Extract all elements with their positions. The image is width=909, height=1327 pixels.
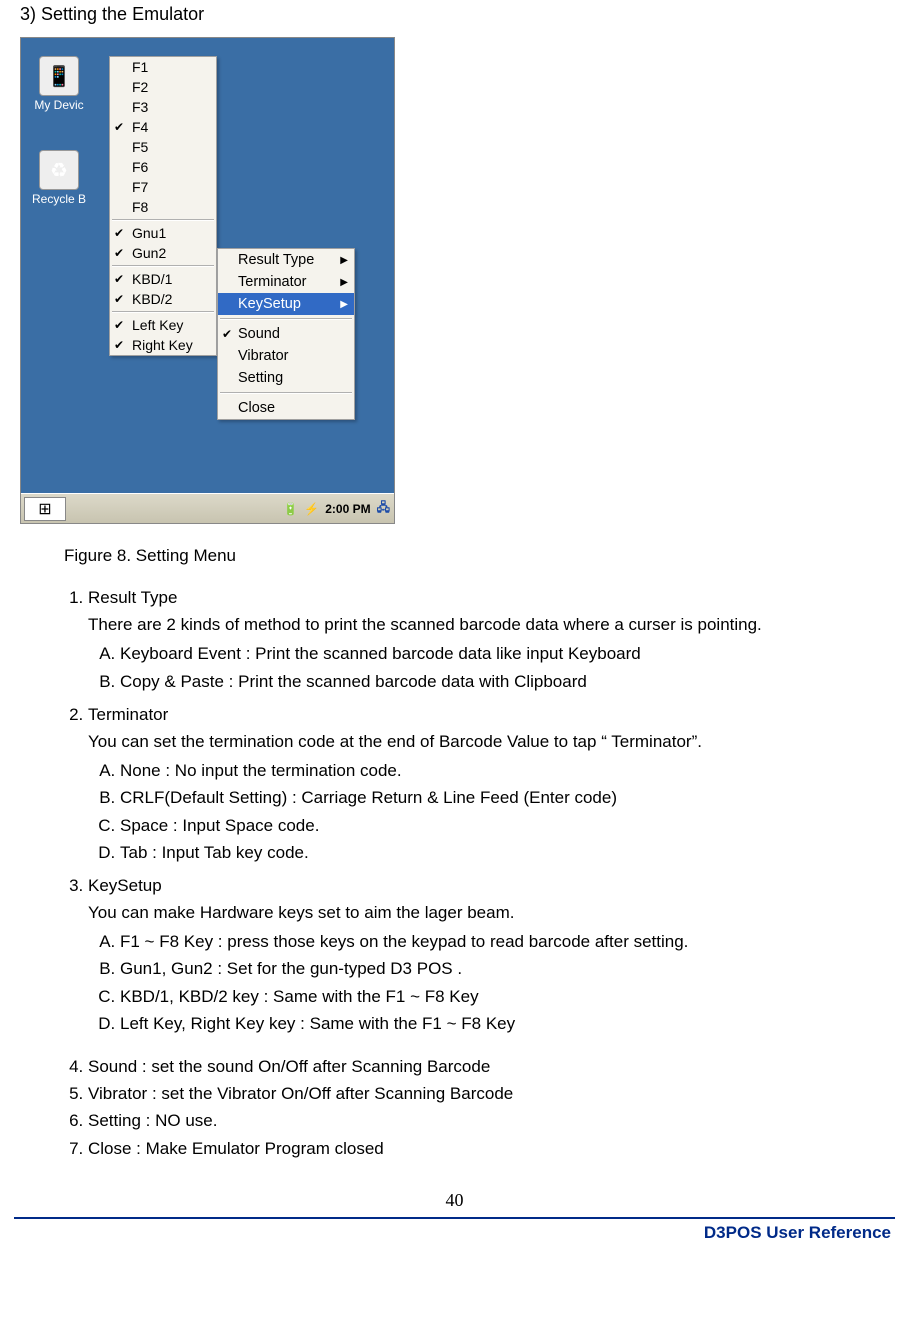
list-item: None : No input the termination code. xyxy=(120,757,873,784)
menu-item-vibrator[interactable]: Vibrator xyxy=(218,345,354,367)
menu-separator xyxy=(112,219,214,221)
list-item: Tab : Input Tab key code. xyxy=(120,839,873,866)
start-button[interactable]: ⊞ xyxy=(24,497,66,521)
footer-text: D3POS User Reference xyxy=(0,1223,909,1253)
item-title: KeySetup xyxy=(88,876,162,895)
item-desc: You can set the termination code at the … xyxy=(88,732,702,751)
menu-item-kbd1[interactable]: KBD/1 xyxy=(110,269,216,289)
menu-item-f8[interactable]: F8 xyxy=(110,197,216,217)
menu-item-f5[interactable]: F5 xyxy=(110,137,216,157)
item-title: Result Type xyxy=(88,588,177,607)
taskbar: ⊞ 🔋 ⚡ 2:00 PM 🖧 xyxy=(21,493,394,523)
tray-icon: 🔋 xyxy=(283,502,298,516)
tray-signal-icon: ⚡ xyxy=(304,502,319,516)
menu-item-terminator[interactable]: Terminator xyxy=(218,271,354,293)
list-item: Setting : NO use. xyxy=(88,1107,873,1134)
keysetup-submenu[interactable]: F1 F2 F3 F4 F5 F6 F7 F8 Gnu1 Gun2 KBD/1 … xyxy=(109,56,217,356)
menu-item-gun2[interactable]: Gun2 xyxy=(110,243,216,263)
menu-separator xyxy=(220,318,352,320)
menu-separator xyxy=(112,265,214,267)
recycle-icon: ♻ xyxy=(39,150,79,190)
menu-item-f1[interactable]: F1 xyxy=(110,57,216,77)
menu-item-sound[interactable]: Sound xyxy=(218,323,354,345)
desktop-icon-recycle[interactable]: ♻ Recycle B xyxy=(27,150,91,206)
menu-item-resulttype[interactable]: Result Type xyxy=(218,249,354,271)
menu-item-f2[interactable]: F2 xyxy=(110,77,216,97)
list-item: Space : Input Space code. xyxy=(120,812,873,839)
item-desc: There are 2 kinds of method to print the… xyxy=(88,615,762,634)
menu-item-f3[interactable]: F3 xyxy=(110,97,216,117)
footer-rule xyxy=(14,1217,895,1219)
windows-icon: ⊞ xyxy=(38,499,51,519)
item-title: Terminator xyxy=(88,705,168,724)
menu-item-setting[interactable]: Setting xyxy=(218,367,354,389)
desktop-icon-mydevice[interactable]: 📱 My Devic xyxy=(27,56,91,112)
page-number: 40 xyxy=(16,1190,893,1211)
section-heading: 3) Setting the Emulator xyxy=(20,4,893,25)
list-item: Vibrator : set the Vibrator On/Off after… xyxy=(88,1080,873,1107)
system-tray[interactable]: 🔋 ⚡ 2:00 PM 🖧 xyxy=(283,498,394,519)
list-item: Copy & Paste : Print the scanned barcode… xyxy=(120,668,873,695)
desktop-icon-label: My Devic xyxy=(27,98,91,112)
menu-separator xyxy=(112,311,214,313)
document-body: Result Type There are 2 kinds of method … xyxy=(64,584,873,1162)
menu-item-f4[interactable]: F4 xyxy=(110,117,216,137)
list-item: F1 ~ F8 Key : press those keys on the ke… xyxy=(120,928,873,955)
main-context-menu[interactable]: Result Type Terminator KeySetup Sound Vi… xyxy=(217,248,355,420)
item-desc: You can make Hardware keys set to aim th… xyxy=(88,903,514,922)
menu-item-rightkey[interactable]: Right Key xyxy=(110,335,216,355)
list-item: Left Key, Right Key key : Same with the … xyxy=(120,1010,873,1037)
tray-network-icon: 🖧 xyxy=(377,498,390,519)
menu-item-kbd2[interactable]: KBD/2 xyxy=(110,289,216,309)
list-item: Sound : set the sound On/Off after Scann… xyxy=(88,1053,873,1080)
desktop-icon-label: Recycle B xyxy=(27,192,91,206)
menu-item-close[interactable]: Close xyxy=(218,397,354,419)
menu-item-leftkey[interactable]: Left Key xyxy=(110,315,216,335)
device-icon: 📱 xyxy=(39,56,79,96)
emulator-screenshot: 📱 My Devic ♻ Recycle B F1 F2 F3 F4 F5 F6… xyxy=(20,37,395,524)
menu-item-gnu1[interactable]: Gnu1 xyxy=(110,223,216,243)
menu-item-f6[interactable]: F6 xyxy=(110,157,216,177)
list-item: Gun1, Gun2 : Set for the gun-typed D3 PO… xyxy=(120,955,873,982)
list-item: Keyboard Event : Print the scanned barco… xyxy=(120,640,873,667)
figure-caption: Figure 8. Setting Menu xyxy=(64,546,893,566)
menu-item-keysetup[interactable]: KeySetup xyxy=(218,293,354,315)
list-item: CRLF(Default Setting) : Carriage Return … xyxy=(120,784,873,811)
menu-item-f7[interactable]: F7 xyxy=(110,177,216,197)
tray-clock: 2:00 PM xyxy=(325,502,370,516)
list-item: KBD/1, KBD/2 key : Same with the F1 ~ F8… xyxy=(120,983,873,1010)
menu-separator xyxy=(220,392,352,394)
list-item: Close : Make Emulator Program closed xyxy=(88,1135,873,1162)
